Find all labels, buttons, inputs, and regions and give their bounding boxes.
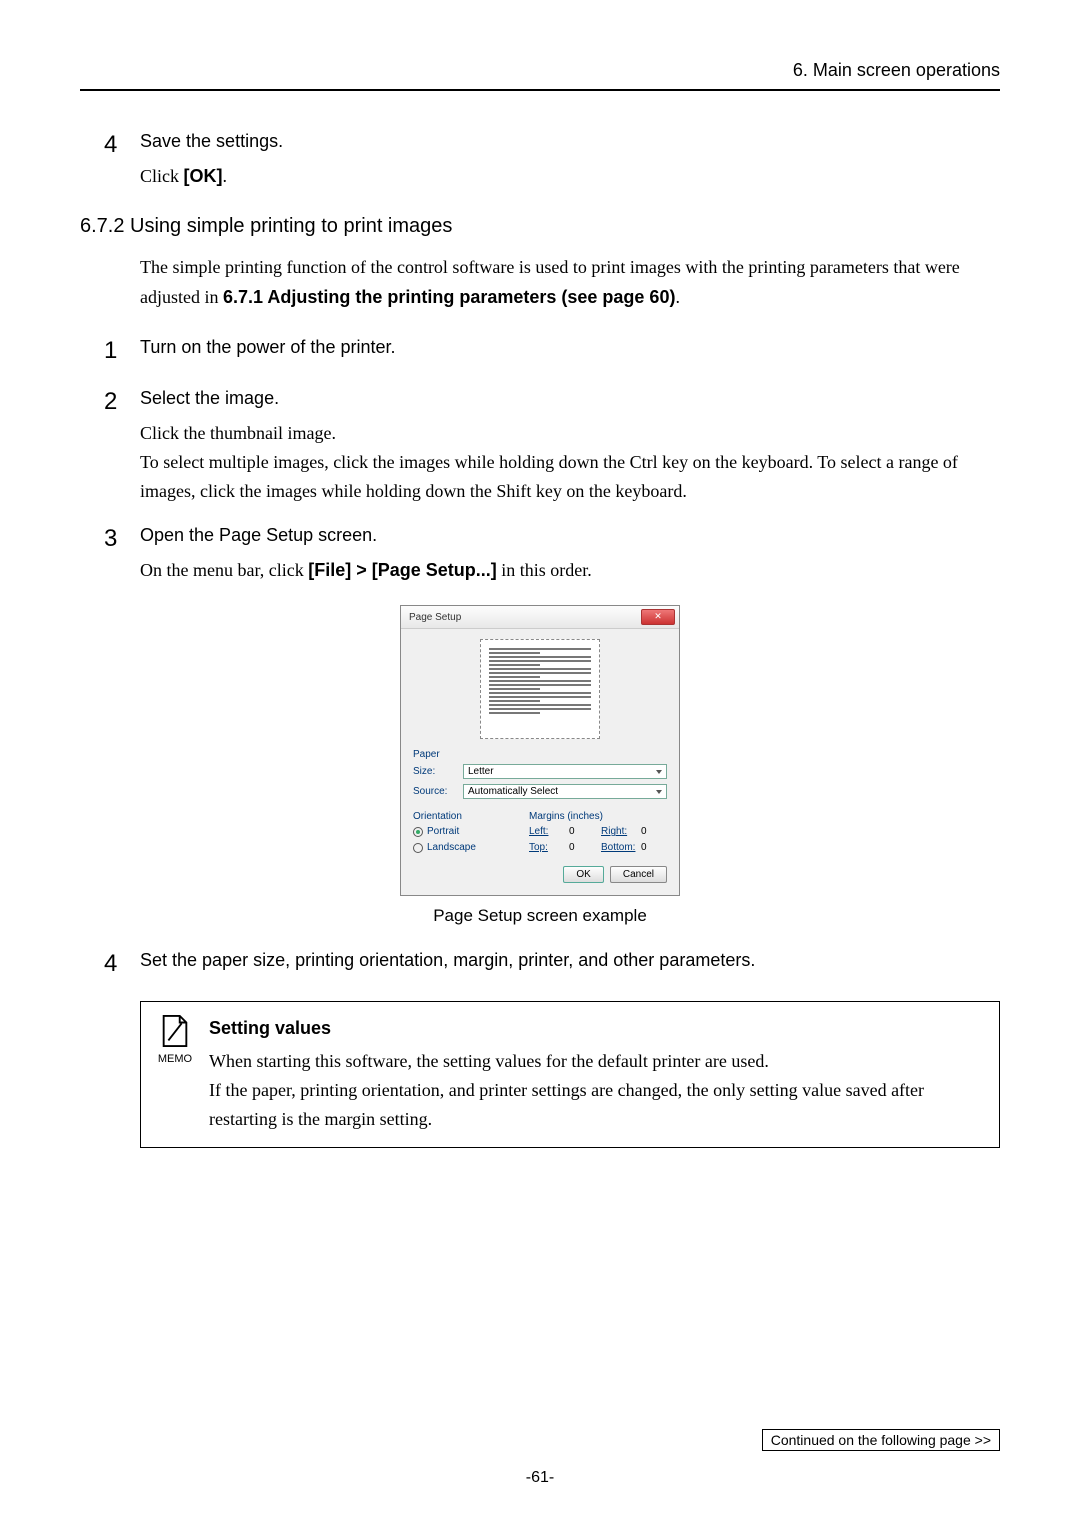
step-text: On the menu bar, click [File] > [Page Se… bbox=[140, 556, 1000, 585]
page-preview bbox=[480, 639, 600, 739]
step-4: 4 Set the paper size, printing orientati… bbox=[80, 950, 1000, 981]
step-title: Save the settings. bbox=[140, 131, 1000, 152]
step-text: Click the thumbnail image. To select mul… bbox=[140, 419, 1000, 505]
dialog-titlebar[interactable]: Page Setup ✕ bbox=[401, 606, 679, 629]
margin-right-value[interactable]: 0 bbox=[641, 826, 667, 837]
size-select[interactable]: Letter bbox=[463, 764, 667, 779]
margin-left-value[interactable]: 0 bbox=[569, 826, 595, 837]
portrait-radio[interactable]: Portrait bbox=[413, 826, 529, 837]
section-heading: 6.7.2 Using simple printing to print ima… bbox=[80, 215, 1000, 238]
margin-top-value[interactable]: 0 bbox=[569, 842, 595, 853]
page-setup-dialog: Page Setup ✕ bbox=[400, 605, 680, 896]
step-number: 2 bbox=[80, 388, 140, 505]
margin-left-label: Left: bbox=[529, 826, 563, 837]
page-header: 6. Main screen operations bbox=[80, 60, 1000, 91]
step-number: 1 bbox=[80, 337, 140, 368]
step-4-top: 4 Save the settings. Click [OK]. bbox=[80, 131, 1000, 191]
step-2: 2 Select the image. Click the thumbnail … bbox=[80, 388, 1000, 505]
section-intro: The simple printing function of the cont… bbox=[140, 252, 1000, 313]
step-number: 4 bbox=[80, 950, 140, 981]
step-number: 3 bbox=[80, 525, 140, 585]
memo-title: Setting values bbox=[209, 1014, 985, 1043]
landscape-radio[interactable]: Landscape bbox=[413, 842, 529, 853]
memo-icon-label: MEMO bbox=[155, 1053, 195, 1065]
page-number: -61- bbox=[0, 1469, 1080, 1487]
step-text: Click [OK]. bbox=[140, 162, 1000, 191]
close-icon[interactable]: ✕ bbox=[641, 609, 675, 625]
source-label: Source: bbox=[413, 786, 463, 797]
margin-bottom-label: Bottom: bbox=[601, 842, 635, 853]
step-1: 1 Turn on the power of the printer. bbox=[80, 337, 1000, 368]
orientation-group-label: Orientation bbox=[413, 811, 529, 822]
margins-group-label: Margins (inches) bbox=[529, 811, 667, 822]
step-number: 4 bbox=[80, 131, 140, 191]
memo-box: MEMO Setting values When starting this s… bbox=[140, 1001, 1000, 1148]
continued-notice: Continued on the following page >> bbox=[762, 1429, 1000, 1451]
margin-bottom-value[interactable]: 0 bbox=[641, 842, 667, 853]
margin-right-label: Right: bbox=[601, 826, 635, 837]
chevron-down-icon bbox=[656, 790, 662, 794]
radio-icon bbox=[413, 827, 423, 837]
step-3: 3 Open the Page Setup screen. On the men… bbox=[80, 525, 1000, 585]
paper-group-label: Paper bbox=[413, 749, 667, 760]
size-label: Size: bbox=[413, 766, 463, 777]
memo-icon bbox=[160, 1014, 190, 1048]
step-title: Select the image. bbox=[140, 388, 1000, 409]
cancel-button[interactable]: Cancel bbox=[610, 866, 667, 883]
dialog-caption: Page Setup screen example bbox=[80, 906, 1000, 926]
margin-top-label: Top: bbox=[529, 842, 563, 853]
memo-text: When starting this software, the setting… bbox=[209, 1047, 985, 1076]
chevron-down-icon bbox=[656, 770, 662, 774]
ok-button[interactable]: OK bbox=[563, 866, 603, 883]
step-title: Open the Page Setup screen. bbox=[140, 525, 1000, 546]
step-title: Turn on the power of the printer. bbox=[140, 337, 1000, 358]
source-select[interactable]: Automatically Select bbox=[463, 784, 667, 799]
dialog-title: Page Setup bbox=[409, 612, 461, 623]
radio-icon bbox=[413, 843, 423, 853]
memo-text: If the paper, printing orientation, and … bbox=[209, 1076, 985, 1134]
step-title: Set the paper size, printing orientation… bbox=[140, 950, 1000, 971]
